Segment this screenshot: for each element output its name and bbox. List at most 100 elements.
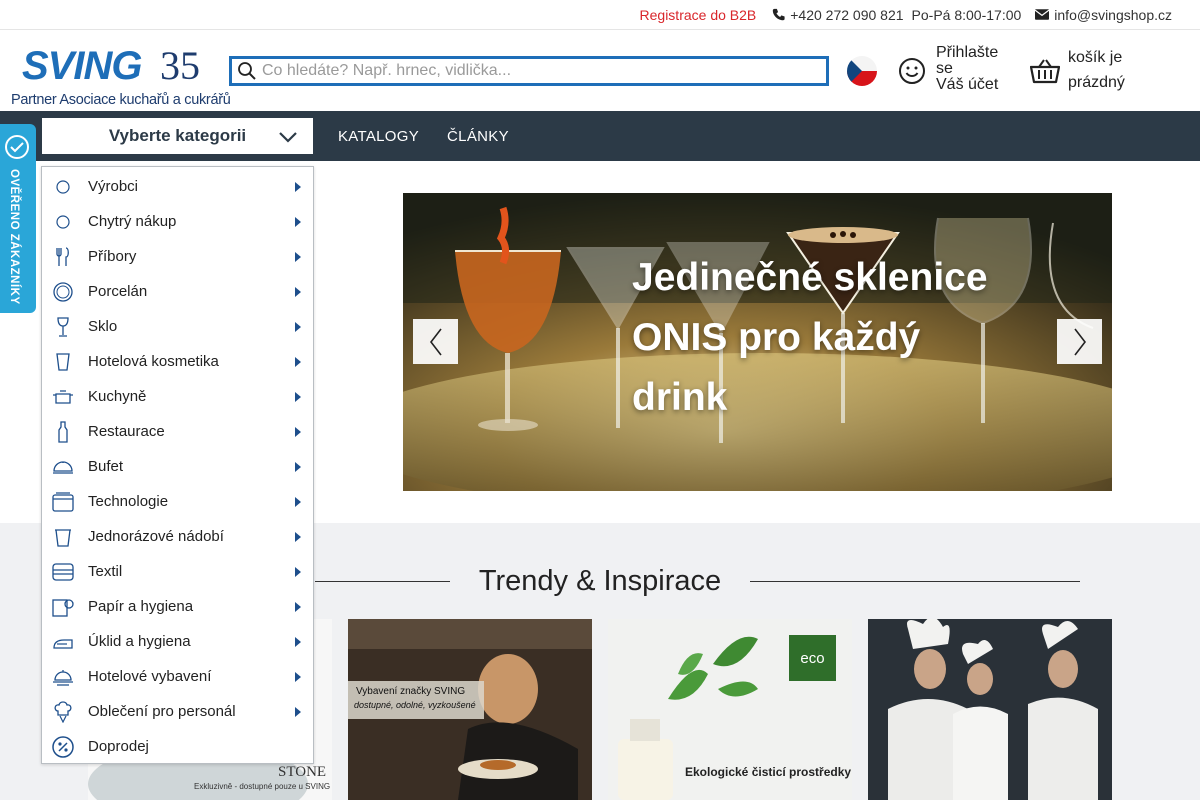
percent-icon [52,735,74,758]
category-item[interactable]: Jednorázové nádobí [42,519,313,554]
category-label: Oblečení pro personál [88,703,236,720]
bell-icon [52,666,74,688]
cart-status-line1: košík je [1068,49,1123,66]
plate-icon [52,281,74,303]
category-label: Restaurace [88,423,165,440]
circle-outline-icon [52,211,74,233]
caret-right-icon [295,322,301,332]
caret-right-icon [295,602,301,612]
category-item[interactable]: Bufet [42,449,313,484]
bottle-icon [52,420,74,443]
category-item[interactable]: Restaurace [42,414,313,449]
nav-link-catalogs[interactable]: KATALOGY [338,128,419,145]
chevron-left-icon [429,328,442,355]
cutlery-icon [52,246,74,268]
disposable-cup-icon [52,526,74,548]
smiley-icon [899,58,925,84]
category-item[interactable]: Porcelán [42,274,313,309]
nav-link-articles[interactable]: ČLÁNKY [447,128,509,145]
category-item[interactable]: Oblečení pro personál [42,694,313,729]
caret-right-icon [295,532,301,542]
category-dropdown-label: Vyberte kategorii [108,126,247,145]
category-label: Technologie [88,493,169,510]
basket-icon [1030,59,1060,84]
eco-label: eco [789,635,836,681]
cleaning-icon [52,631,74,653]
czech-flag-icon[interactable] [847,56,877,86]
email-address: info@svingshop.cz [1054,6,1172,23]
card-caption-sub: dostupné, odolné, vyzkoušené [354,700,476,710]
slider-next-button[interactable] [1057,319,1102,364]
category-label: Jednorázové nádobí [88,528,224,545]
card-caption-main: Ekologické čisticí prostředky [685,765,852,779]
caret-right-icon [295,217,301,227]
category-item[interactable]: Sklo [42,309,313,344]
trend-card-eco-cleaning[interactable]: eco Ekologické čisticí prostředky [608,619,852,800]
category-item[interactable]: Hotelová kosmetika [42,344,313,379]
category-item[interactable]: Výrobci [42,169,313,204]
category-label: Chytrý nákup [88,213,177,230]
caret-right-icon [295,462,301,472]
category-item[interactable]: Úklid a hygiena [42,624,313,659]
category-label: Bufet [88,458,124,475]
caret-right-icon [295,637,301,647]
cup-icon [52,351,74,373]
caret-right-icon [295,707,301,717]
trend-card-sving-brand[interactable]: Vybavení značky SVING dostupné, odolné, … [348,619,592,800]
envelope-icon [1035,9,1050,20]
account-label: Váš účet [936,76,999,93]
category-dropdown[interactable]: Vyberte kategorii [40,116,315,156]
slide-headline: Jedinečné sklenice ONIS pro každý drink [632,256,988,419]
card-caption-main: Vybavení značky SVING [356,686,466,697]
caret-right-icon [295,427,301,437]
category-item[interactable]: Textil [42,554,313,589]
towel-icon [52,561,74,583]
card-caption-main: STONE [278,764,327,780]
search-box [229,56,829,86]
phone-icon [773,8,785,21]
phone-contact[interactable]: +420 272 090 821 [772,7,904,23]
account-link[interactable]: Přihlašte se Váš účet [898,45,1016,93]
category-label: Doprodej [88,738,149,755]
category-label: Hotelové vybavení [88,668,212,685]
top-bar: Registrace do B2B +420 272 090 821 Po-Pá… [0,0,1200,30]
caret-right-icon [295,567,301,577]
email-contact[interactable]: info@svingshop.cz [1035,7,1172,23]
caret-right-icon [295,497,301,507]
verified-seal-icon [5,135,29,159]
hero-slider[interactable]: Jedinečné sklenice ONIS pro každý drink [403,193,1112,491]
logo-anniversary: 35 [160,43,200,88]
cloche-icon [52,456,74,478]
wine-glass-icon [52,316,74,338]
card-image [868,619,1112,800]
category-item[interactable]: Doprodej [42,729,313,764]
category-item[interactable]: Kuchyně [42,379,313,414]
chevron-down-icon [279,132,297,143]
category-item[interactable]: Papír a hygiena [42,589,313,624]
category-label: Příbory [88,248,137,265]
divider-right [750,581,1080,582]
category-label: Papír a hygiena [88,598,194,615]
caret-right-icon [295,672,301,682]
category-item[interactable]: Chytrý nákup [42,204,313,239]
search-input[interactable] [262,59,826,83]
category-menu: Výrobci Chytrý nákup Příbory Porcelán Sklo Ho… [41,166,314,764]
category-item[interactable]: Hotelové vybavení [42,659,313,694]
category-item[interactable]: Technologie [42,484,313,519]
category-label: Porcelán [88,283,148,300]
category-label: Textil [88,563,123,580]
cart-link[interactable]: košík je prázdný [1030,45,1148,95]
category-label: Sklo [88,318,118,335]
slider-prev-button[interactable] [413,319,458,364]
logo-tagline: Partner Asociace kuchařů a cukrářů [11,92,231,108]
b2b-registration-link[interactable]: Registrace do B2B [640,7,757,23]
sving-logo[interactable]: SVING 35 Partner Asociace kuchařů a cukr… [10,42,231,108]
search-icon[interactable] [232,61,262,81]
trend-card-chefs[interactable] [868,619,1112,800]
main-nav: Vyberte kategorii KATALOGY ČLÁNKY [0,111,1200,161]
verified-by-customers-badge[interactable]: OVĚŘENO ZÁKAZNÍKY [0,124,36,313]
cart-status-line2: prázdný [1068,74,1125,91]
pot-icon [52,386,74,408]
category-item[interactable]: Příbory [42,239,313,274]
chef-hat-icon [52,700,74,723]
